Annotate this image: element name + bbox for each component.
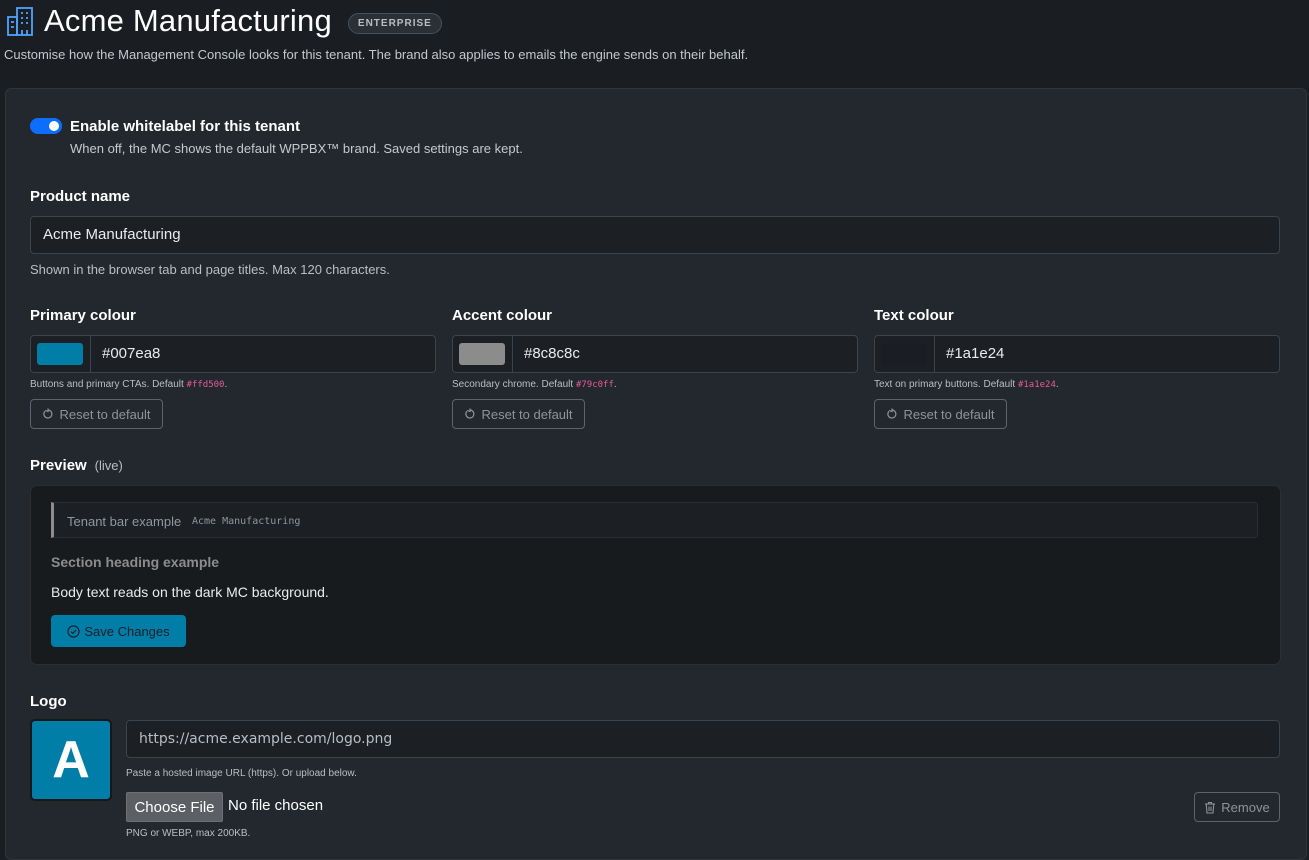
preview-body-text: Body text reads on the dark MC backgroun… bbox=[51, 584, 329, 600]
trash-icon bbox=[1205, 801, 1216, 814]
text-colour-help-text: Text on primary buttons. Default bbox=[874, 379, 1018, 390]
logo-label: Logo bbox=[30, 693, 67, 710]
accent-colour-label: Accent colour bbox=[452, 307, 553, 324]
preview-label: Preview bbox=[30, 457, 87, 474]
check-circle-icon bbox=[67, 624, 80, 638]
primary-reset-label: Reset to default bbox=[59, 406, 151, 422]
accent-reset-button[interactable]: Reset to default bbox=[452, 399, 585, 429]
accent-colour-swatch bbox=[459, 343, 505, 365]
tier-badge: ENTERPRISE bbox=[347, 12, 442, 34]
page-header: Acme Manufacturing ENTERPRISE Customise … bbox=[0, 0, 1309, 80]
text-colour-swatch bbox=[881, 343, 927, 365]
whitelabel-help: When off, the MC shows the default WPPBX… bbox=[70, 141, 523, 156]
preview-panel: Tenant bar example Acme Manufacturing Se… bbox=[30, 485, 1281, 665]
accent-colour-help-text: Secondary chrome. Default bbox=[452, 379, 576, 390]
primary-colour-help-text: Buttons and primary CTAs. Default bbox=[30, 379, 187, 390]
primary-colour-picker[interactable] bbox=[31, 336, 91, 372]
accent-colour-help: Secondary chrome. Default #79c0ff. bbox=[452, 379, 617, 390]
accent-colour-input[interactable]: #8c8c8c bbox=[524, 345, 580, 362]
toggle-knob bbox=[49, 121, 59, 131]
accent-colour-help-end: . bbox=[613, 379, 617, 390]
whitelabel-toggle-label[interactable]: Enable whitelabel for this tenant bbox=[70, 118, 300, 135]
page-title: Acme Manufacturing bbox=[44, 3, 332, 38]
logo-url-input[interactable]: https://acme.example.com/logo.png bbox=[126, 720, 1280, 758]
logo-url-help: Paste a hosted image URL (https). Or upl… bbox=[126, 768, 357, 779]
primary-reset-button[interactable]: Reset to default bbox=[30, 399, 163, 429]
tenant-bar-value: Acme Manufacturing bbox=[192, 516, 301, 527]
text-colour-label: Text colour bbox=[874, 307, 954, 324]
title-row: Acme Manufacturing ENTERPRISE bbox=[4, 3, 442, 38]
building-icon bbox=[7, 7, 33, 36]
text-colour-help: Text on primary buttons. Default #1a1e24… bbox=[874, 379, 1059, 390]
text-colour-field: #1a1e24 bbox=[874, 335, 1280, 373]
remove-logo-label: Remove bbox=[1221, 799, 1270, 815]
preview-heading: Preview (live) bbox=[30, 457, 123, 474]
accent-reset-label: Reset to default bbox=[481, 406, 573, 422]
tenant-bar-label: Tenant bar example bbox=[67, 514, 182, 529]
reset-icon bbox=[887, 408, 897, 419]
accent-colour-default: #79c0ff bbox=[575, 380, 614, 390]
text-colour-help-end: . bbox=[1055, 379, 1059, 390]
text-reset-button[interactable]: Reset to default bbox=[874, 399, 1007, 429]
product-name-help: Shown in the browser tab and page titles… bbox=[30, 262, 390, 277]
accent-colour-field: #8c8c8c bbox=[452, 335, 858, 373]
text-colour-picker[interactable] bbox=[875, 336, 935, 372]
preview-section-heading: Section heading example bbox=[51, 554, 220, 570]
choose-file-button[interactable]: Choose File bbox=[126, 792, 223, 822]
text-colour-default: #1a1e24 bbox=[1017, 380, 1056, 390]
primary-colour-help-end: . bbox=[224, 379, 228, 390]
primary-colour-swatch bbox=[37, 343, 83, 365]
reset-icon bbox=[465, 408, 475, 419]
accent-colour-picker[interactable] bbox=[453, 336, 513, 372]
preview-live-tag: (live) bbox=[94, 458, 123, 473]
product-name-input[interactable]: Acme Manufacturing bbox=[30, 216, 1280, 254]
text-colour-input[interactable]: #1a1e24 bbox=[946, 345, 1004, 362]
primary-colour-default: #ffd500 bbox=[186, 380, 225, 390]
logo-formats-help: PNG or WEBP, max 200KB. bbox=[126, 828, 251, 839]
preview-save-label: Save Changes bbox=[84, 623, 170, 639]
text-reset-label: Reset to default bbox=[903, 406, 995, 422]
product-name-label: Product name bbox=[30, 188, 131, 205]
primary-colour-field: #007ea8 bbox=[30, 335, 436, 373]
preview-save-button[interactable]: Save Changes bbox=[51, 615, 186, 647]
reset-icon bbox=[43, 408, 53, 419]
primary-colour-label: Primary colour bbox=[30, 307, 136, 324]
remove-logo-button[interactable]: Remove bbox=[1194, 792, 1280, 822]
primary-colour-input[interactable]: #007ea8 bbox=[102, 345, 160, 362]
branding-card: Enable whitelabel for this tenant When o… bbox=[5, 88, 1307, 860]
no-file-chosen-text: No file chosen bbox=[228, 797, 324, 814]
preview-tenant-bar: Tenant bar example Acme Manufacturing bbox=[51, 502, 1258, 538]
whitelabel-toggle[interactable] bbox=[30, 118, 62, 134]
page-subtitle: Customise how the Management Console loo… bbox=[4, 47, 749, 62]
logo-preview: A bbox=[30, 719, 112, 801]
primary-colour-help: Buttons and primary CTAs. Default #ffd50… bbox=[30, 379, 227, 390]
